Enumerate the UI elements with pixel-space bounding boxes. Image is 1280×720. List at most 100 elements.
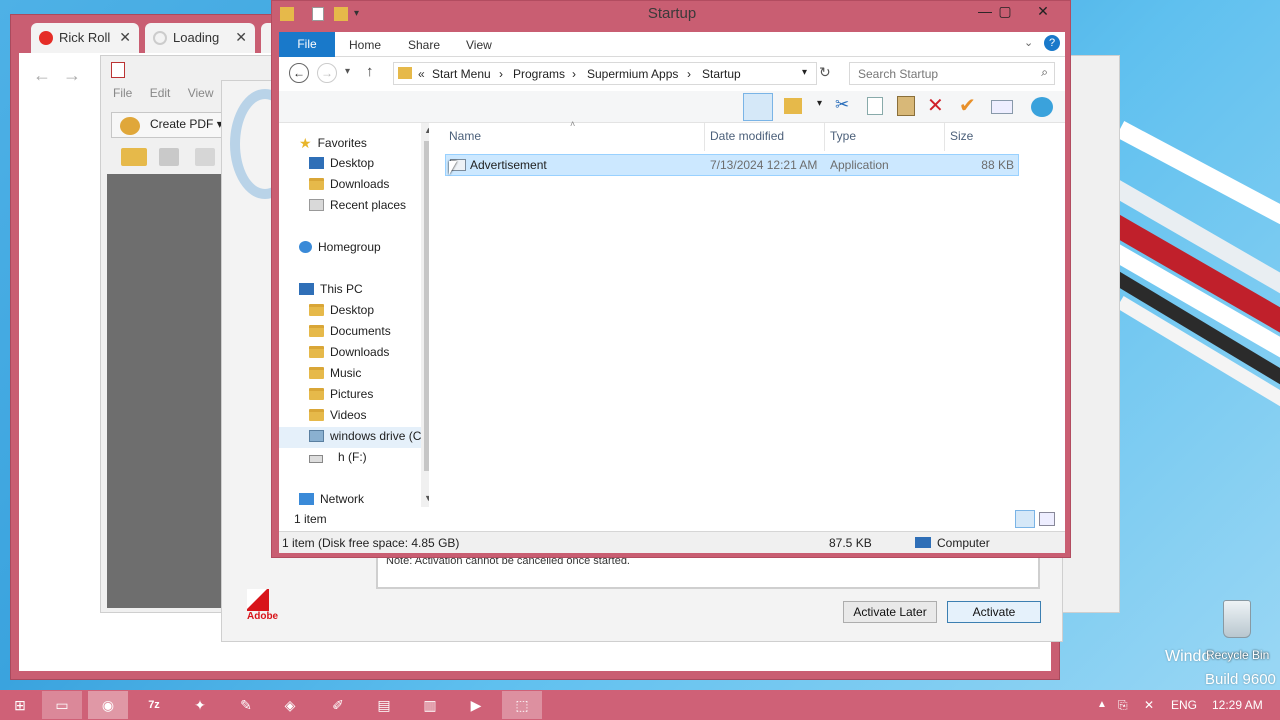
chevron-down-icon[interactable]: ▾ [802, 67, 807, 78]
nav-pc-windows-drive[interactable]: windows drive (C [309, 429, 421, 443]
breadcrumb-separator[interactable]: › [572, 67, 576, 81]
recycle-bin[interactable] [1217, 596, 1257, 642]
ribbon-expand-icon[interactable]: ⌄ [1024, 36, 1033, 49]
breadcrumb-overflow[interactable]: « [418, 67, 425, 81]
maximize-button[interactable]: ▢ [990, 3, 1020, 23]
breadcrumb-separator[interactable]: › [499, 67, 503, 81]
details-view-icon[interactable] [1015, 510, 1035, 528]
nav-pc-documents[interactable]: Documents [309, 324, 391, 338]
recent-locations-icon[interactable]: ▾ [345, 66, 350, 77]
tab-view[interactable]: View [466, 38, 492, 52]
computer-icon [915, 537, 931, 548]
start-button[interactable]: ⊞ [0, 691, 40, 719]
table-row[interactable]: Advertisement 7/13/2024 12:21 AM Applica… [445, 154, 1019, 176]
cut-icon[interactable]: ✂ [835, 95, 849, 115]
document-taskbar-icon[interactable]: ▥ [410, 691, 450, 719]
search-input[interactable]: Search Startup ⌕ [849, 62, 1055, 85]
nav-homegroup[interactable]: Homegroup [299, 240, 381, 254]
forward-button[interactable]: → [317, 63, 337, 83]
language-indicator[interactable]: ENG [1171, 698, 1197, 712]
create-pdf-button[interactable]: Create PDF ▾ [111, 112, 230, 138]
preview-pane-icon[interactable] [743, 93, 773, 121]
file-name: Advertisement [470, 158, 547, 172]
app-taskbar-icon[interactable]: ✦ [180, 691, 220, 719]
address-bar[interactable]: « Start Menu › Programs › Supermium Apps… [393, 62, 817, 85]
column-type[interactable]: Type [830, 129, 856, 143]
rename-icon[interactable] [991, 100, 1013, 114]
properties-globe-icon[interactable] [1031, 97, 1053, 117]
save-icon[interactable] [195, 148, 215, 166]
nav-pc-videos[interactable]: Videos [309, 408, 366, 422]
tab-share[interactable]: Share [408, 38, 440, 52]
status-size: 87.5 KB [829, 536, 872, 550]
nav-favorites-recent[interactable]: Recent places [309, 198, 406, 212]
large-icons-view-icon[interactable] [1039, 512, 1055, 526]
homegroup-icon [299, 241, 312, 253]
move-to-icon[interactable] [784, 98, 802, 114]
file-explorer-taskbar-icon[interactable]: ▭ [42, 691, 82, 719]
breadcrumb-separator[interactable]: › [687, 67, 691, 81]
tab-rick-roll[interactable]: Rick Roll ✕ [31, 23, 139, 53]
pdf-app-taskbar-icon[interactable]: ✎ [226, 691, 266, 719]
browser-taskbar-icon[interactable]: ◉ [88, 691, 128, 719]
network-tray-icon[interactable]: ⎘ [1118, 698, 1128, 713]
copy-icon[interactable] [867, 97, 883, 115]
explorer-window: ▾ Startup — ▢ ✕ File Home Share View ⌄ ?… [271, 0, 1071, 558]
column-date-modified[interactable]: Date modified [710, 129, 784, 143]
pen-taskbar-icon[interactable]: ✐ [318, 691, 358, 719]
nav-pc-pictures[interactable]: Pictures [309, 387, 373, 401]
7zip-taskbar-icon[interactable]: 7z [134, 691, 174, 719]
column-separator[interactable] [824, 123, 825, 151]
close-button[interactable]: ✕ [1028, 3, 1058, 23]
tab-file[interactable]: File [279, 32, 335, 57]
nav-pc-desktop[interactable]: Desktop [309, 303, 374, 317]
box-taskbar-icon[interactable]: ◈ [270, 691, 310, 719]
clock[interactable]: 12:29 AM [1212, 698, 1263, 712]
nav-this-pc[interactable]: This PC [299, 282, 363, 296]
chevron-down-icon[interactable]: ▾ [817, 98, 822, 109]
nav-favorites-downloads[interactable]: Downloads [309, 177, 389, 191]
activate-later-button[interactable]: Activate Later [843, 601, 937, 623]
menu-edit[interactable]: Edit [150, 86, 171, 100]
notepad-taskbar-icon[interactable]: ▤ [364, 691, 404, 719]
up-button[interactable]: ↑ [366, 63, 374, 80]
paste-icon[interactable] [897, 96, 915, 116]
column-separator[interactable] [704, 123, 705, 151]
nav-favorites[interactable]: ★ Favorites [299, 135, 367, 151]
tab-home[interactable]: Home [349, 38, 381, 52]
youtube-taskbar-icon[interactable]: ▶ [456, 691, 496, 719]
breadcrumb-startup[interactable]: Startup [702, 67, 741, 81]
rename-check-icon[interactable]: ✔ [959, 93, 976, 118]
activate-button[interactable]: Activate [947, 601, 1041, 623]
breadcrumb-start-menu[interactable]: Start Menu [432, 67, 491, 81]
print-icon[interactable] [159, 148, 179, 166]
column-name[interactable]: Name [449, 129, 481, 143]
close-icon[interactable]: ✕ [235, 29, 247, 46]
acrobat-taskbar-icon[interactable]: ⬚ [502, 691, 542, 719]
breadcrumb-programs[interactable]: Programs [513, 67, 565, 81]
open-folder-icon[interactable] [121, 148, 147, 166]
recycle-bin-label[interactable]: Recycle Bin [1206, 648, 1269, 662]
column-separator[interactable] [944, 123, 945, 151]
menu-file[interactable]: File [113, 86, 132, 100]
tab-loading[interactable]: Loading ✕ [145, 23, 255, 53]
breadcrumb-supermium-apps[interactable]: Supermium Apps [587, 67, 678, 81]
nav-pc-music[interactable]: Music [309, 366, 361, 380]
menu-view[interactable]: View [188, 86, 214, 100]
delete-icon[interactable]: ✕ [927, 93, 944, 118]
back-button[interactable]: ← [289, 63, 309, 83]
downloads-folder-icon [309, 346, 324, 358]
column-size[interactable]: Size [950, 129, 973, 143]
nav-network[interactable]: Network [299, 492, 364, 506]
nav-pc-usb-drive[interactable]: h (F:) [309, 450, 367, 464]
refresh-icon[interactable]: ↻ [819, 64, 831, 81]
close-icon[interactable]: ✕ [119, 29, 131, 46]
nav-pc-downloads[interactable]: Downloads [309, 345, 389, 359]
volume-muted-icon[interactable]: ✕ [1144, 698, 1154, 712]
back-icon[interactable]: ← [33, 65, 51, 86]
help-icon[interactable]: ? [1044, 35, 1060, 51]
nav-favorites-desktop[interactable]: Desktop [309, 156, 374, 170]
music-folder-icon [309, 367, 324, 379]
forward-icon[interactable]: → [63, 65, 81, 86]
tray-overflow-icon[interactable]: ▲ [1097, 699, 1107, 710]
